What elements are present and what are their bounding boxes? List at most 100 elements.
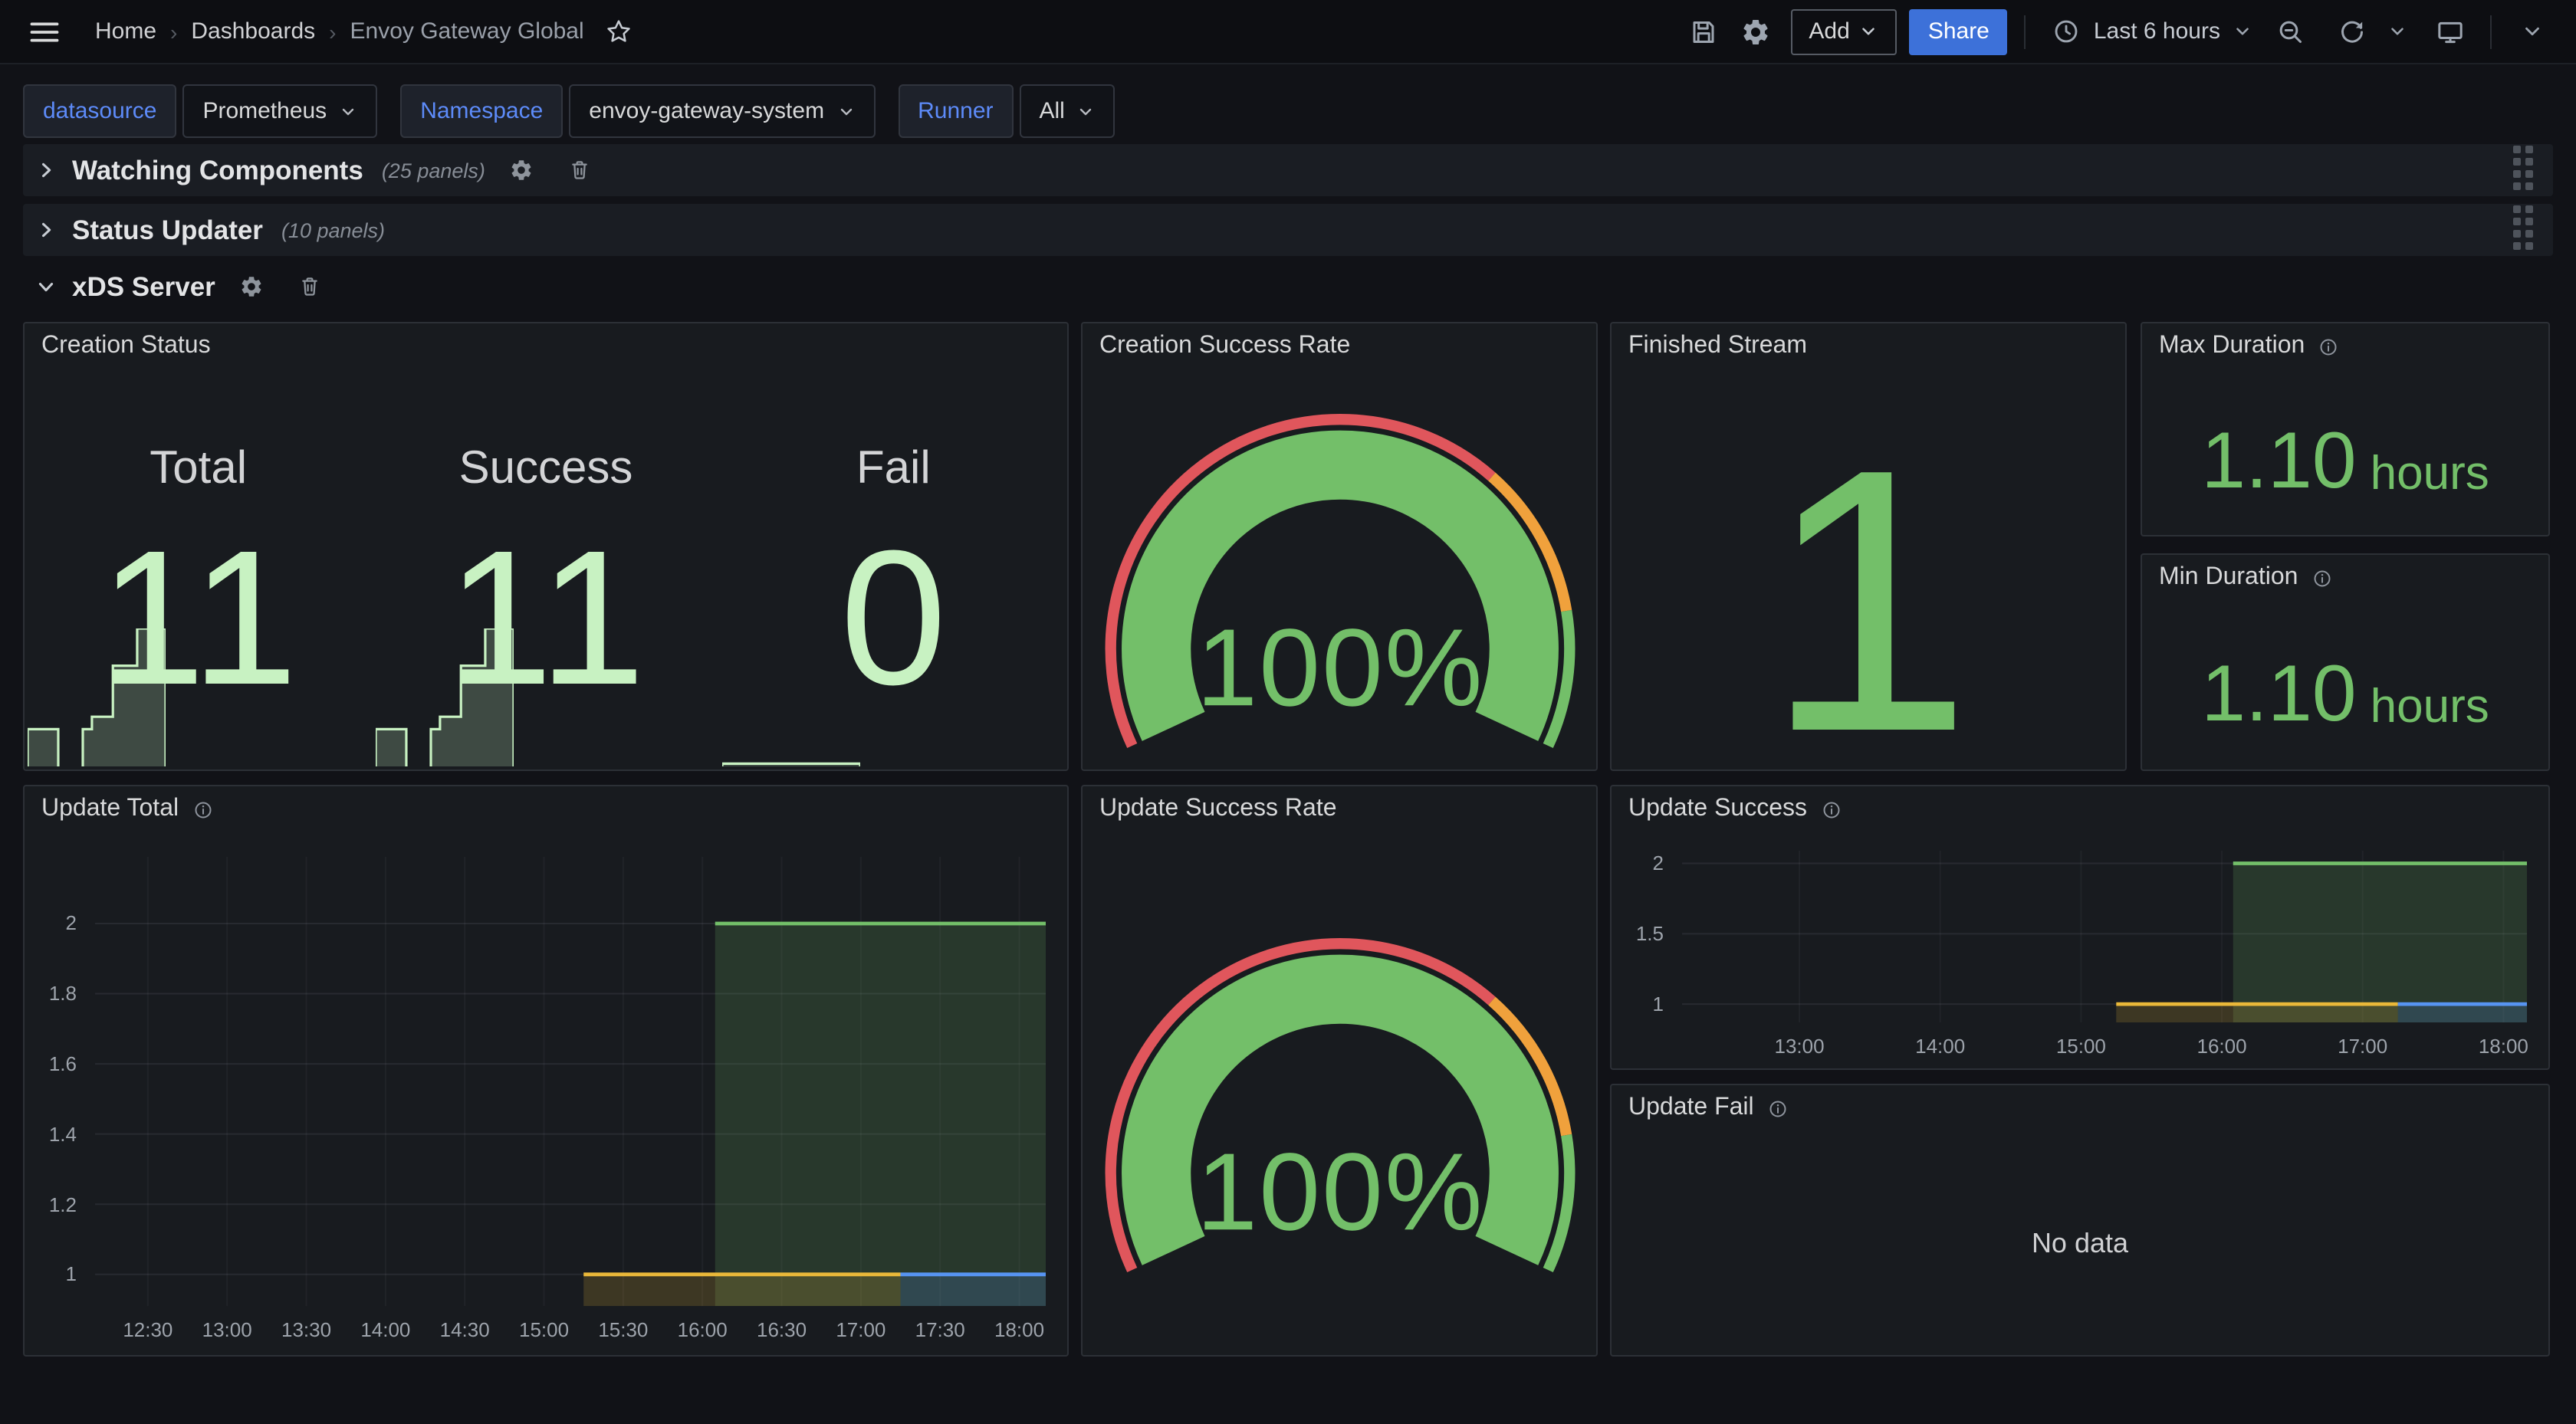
x-axis-labels: 12:3013:0013:3014:0014:3015:0015:3016:00… — [95, 1311, 1046, 1347]
gauge-container: 100% — [1083, 832, 1596, 1355]
row-drag-handle[interactable] — [2513, 146, 2538, 195]
panel-header[interactable]: Creation Success Rate — [1083, 323, 1596, 369]
variable-runner-value-dropdown[interactable]: All — [1020, 84, 1116, 138]
x-tick-label: 15:00 — [519, 1318, 569, 1341]
variable-label-text: Namespace — [420, 98, 543, 124]
panel-title: Min Duration — [2159, 564, 2298, 592]
add-button-label: Add — [1809, 18, 1849, 44]
gauge-chart: 100% — [1088, 381, 1591, 758]
variable-runner-label[interactable]: Runner — [898, 84, 1013, 138]
stat-value-group: 1.10 hours — [2142, 369, 2548, 535]
row-header-watching-components[interactable]: Watching Components (25 panels) — [23, 144, 2553, 196]
chevron-down-icon — [339, 102, 357, 120]
info-icon[interactable] — [1766, 1097, 1789, 1120]
variable-namespace-value-dropdown[interactable]: envoy-gateway-system — [569, 84, 875, 138]
row-drag-handle[interactable] — [2513, 205, 2538, 254]
chevron-down-icon — [2233, 21, 2252, 41]
time-range-picker[interactable]: Last 6 hours — [2043, 8, 2262, 54]
x-tick-label: 14:30 — [440, 1318, 490, 1341]
row-settings-button[interactable] — [231, 268, 274, 305]
stat-grid: Total 11 Success 11 Fail 0 — [25, 369, 1067, 769]
time-series-chart — [95, 857, 1046, 1306]
hamburger-icon — [28, 15, 61, 48]
panel-header[interactable]: Update Success — [1612, 786, 2548, 832]
variable-datasource-label[interactable]: datasource — [23, 84, 176, 138]
stat-value-group: 1.10 hours — [2142, 601, 2548, 769]
share-button[interactable]: Share — [1910, 8, 2008, 54]
x-axis-labels: 13:0014:0015:0016:0017:0018:00 — [1682, 1027, 2527, 1064]
stat-total: Total 11 — [25, 369, 372, 769]
panel-header[interactable]: Update Total — [25, 786, 1067, 832]
dashboard-settings-button[interactable] — [1732, 8, 1778, 54]
panel-min-duration: Min Duration 1.10 hours — [2141, 553, 2550, 771]
panel-header[interactable]: Update Fail — [1612, 1085, 2548, 1131]
y-tick-label: 1.2 — [49, 1193, 77, 1216]
stat-label: Success — [372, 443, 719, 495]
breadcrumb-separator: › — [170, 19, 177, 44]
time-series-plot[interactable]: 11.21.41.61.82 12:3013:0013:3014:0014:30… — [95, 857, 1046, 1306]
stat-unit: hours — [2371, 681, 2489, 729]
panel-creation-success-rate: Creation Success Rate 100% — [1081, 322, 1598, 771]
chevron-down-icon — [1859, 21, 1879, 41]
breadcrumb-home[interactable]: Home — [95, 18, 156, 44]
panel-header[interactable]: Update Success Rate — [1083, 786, 1596, 832]
refresh-button[interactable] — [2329, 8, 2375, 54]
row-settings-button[interactable] — [501, 152, 544, 189]
x-tick-label: 13:30 — [281, 1318, 331, 1341]
star-icon — [604, 17, 633, 46]
save-dashboard-button[interactable] — [1680, 8, 1726, 54]
no-data-message: No data — [1612, 1131, 2548, 1355]
kiosk-mode-chevron-button[interactable] — [2509, 8, 2555, 54]
chevron-right-icon — [35, 219, 57, 241]
zoom-out-time-button[interactable] — [2268, 8, 2314, 54]
panel-creation-status: Creation Status Total 11 Success 11 Fail… — [23, 322, 1069, 771]
row-delete-button[interactable] — [559, 152, 602, 189]
gear-icon — [510, 158, 534, 182]
panel-header[interactable]: Max Duration — [2142, 323, 2548, 369]
breadcrumb-dashboards[interactable]: Dashboards — [191, 18, 315, 44]
info-icon[interactable] — [1819, 798, 1842, 821]
panel-title: Finished Stream — [1628, 333, 1807, 360]
svg-text:100%: 100% — [1195, 1130, 1483, 1252]
y-tick-label: 2 — [66, 912, 77, 935]
stat-fail: Fail 0 — [720, 369, 1067, 769]
refresh-interval-dropdown[interactable] — [2381, 8, 2412, 54]
time-series-chart — [1682, 851, 2527, 1022]
row-delete-button[interactable] — [289, 268, 332, 305]
panel-update-fail: Update Fail No data — [1610, 1084, 2550, 1357]
menu-toggle-button[interactable] — [21, 8, 67, 54]
breadcrumb: Home › Dashboards › Envoy Gateway Global — [95, 17, 633, 46]
variable-datasource-value-dropdown[interactable]: Prometheus — [182, 84, 377, 138]
row-panel-count: (25 panels) — [382, 159, 485, 182]
stat-value: 1.10 — [2201, 422, 2356, 501]
panel-header[interactable]: Min Duration — [2142, 555, 2548, 601]
variable-value-text: Prometheus — [202, 98, 327, 124]
info-icon[interactable] — [191, 798, 214, 821]
variable-namespace-label[interactable]: Namespace — [400, 84, 563, 138]
info-icon[interactable] — [2310, 566, 2333, 589]
panel-title: Update Fail — [1628, 1094, 1754, 1122]
favorite-star-button[interactable] — [604, 17, 633, 46]
chevron-down-icon — [35, 276, 57, 297]
y-tick-label: 1.5 — [1636, 922, 1664, 945]
panel-title: Creation Status — [41, 333, 211, 360]
row-header-xds-server[interactable]: xDS Server — [23, 262, 2553, 311]
y-axis-labels: 11.21.41.61.82 — [34, 857, 86, 1306]
panel-header[interactable]: Creation Status — [25, 323, 1067, 369]
y-tick-label: 1.4 — [49, 1123, 77, 1146]
x-tick-label: 18:00 — [2479, 1035, 2528, 1058]
x-tick-label: 18:00 — [994, 1318, 1044, 1341]
panel-header[interactable]: Finished Stream — [1612, 323, 2125, 369]
refresh-icon — [2337, 16, 2367, 47]
y-tick-label: 1.8 — [49, 983, 77, 1006]
stat-success: Success 11 — [372, 369, 719, 769]
info-icon[interactable] — [2317, 335, 2340, 358]
add-button[interactable]: Add — [1790, 8, 1897, 54]
tv-mode-button[interactable] — [2427, 8, 2473, 54]
share-button-label: Share — [1928, 18, 1990, 44]
svg-text:100%: 100% — [1195, 605, 1483, 728]
time-series-plot[interactable]: 11.52 13:0014:0015:0016:0017:0018:00 — [1682, 851, 2527, 1022]
trash-icon — [298, 274, 323, 299]
row-header-status-updater[interactable]: Status Updater (10 panels) — [23, 204, 2553, 256]
panel-title: Max Duration — [2159, 333, 2305, 360]
